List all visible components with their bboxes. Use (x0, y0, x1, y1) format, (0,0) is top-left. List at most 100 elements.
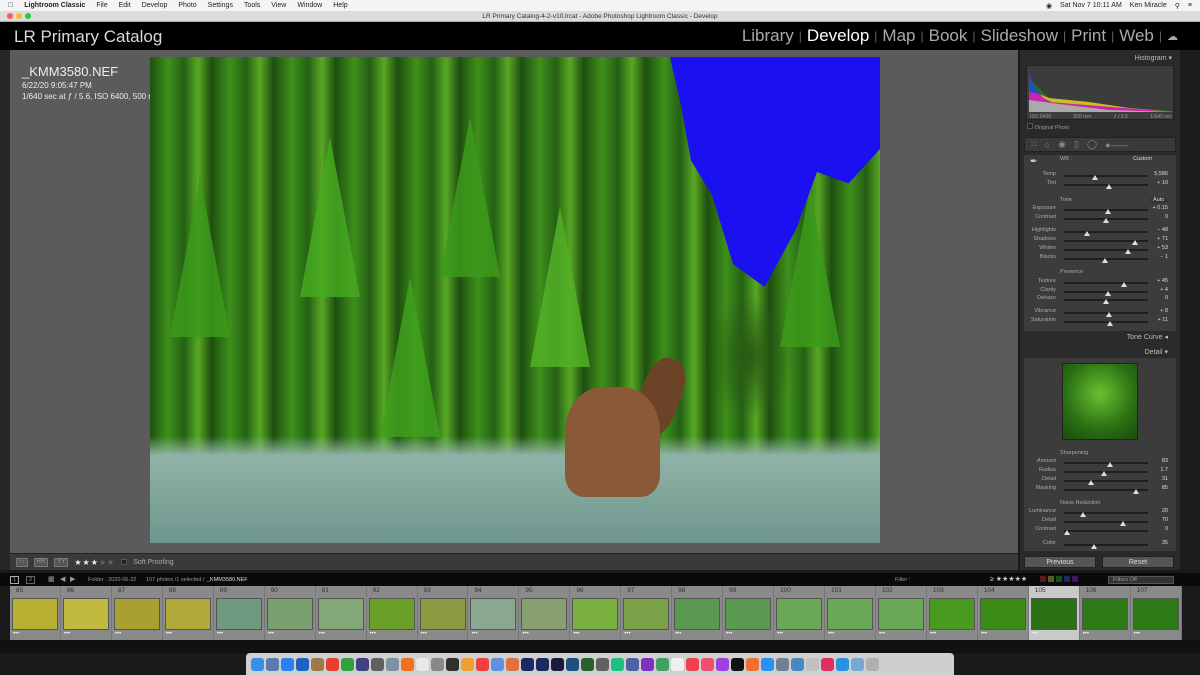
filmstrip-thumbnail[interactable]: 86 ••• (61, 586, 112, 640)
slider-detail[interactable]: Detail 70 (1026, 517, 1172, 526)
slider-value[interactable]: 35 (1162, 540, 1168, 546)
filmstrip-thumbnail[interactable]: 90 ••• (265, 586, 316, 640)
dock-app-icon[interactable] (296, 657, 309, 671)
thumbnail-image[interactable] (674, 598, 721, 630)
main-photo[interactable] (150, 57, 880, 543)
dock-app-icon[interactable] (671, 657, 684, 671)
slider-value[interactable]: 20 (1162, 508, 1168, 514)
slider-color[interactable]: Color 35 (1026, 540, 1172, 549)
dock-app-icon[interactable] (686, 657, 699, 671)
tone-curve-header[interactable]: Tone Curve ◂ (1024, 331, 1176, 343)
menu-file[interactable]: File (96, 2, 107, 9)
filmstrip-thumbnail[interactable]: 96 ••• (570, 586, 622, 640)
module-web[interactable]: Web (1119, 26, 1154, 46)
slider-value[interactable]: 31 (1162, 476, 1168, 482)
adjustment-brush-icon[interactable]: ●—— (1105, 140, 1128, 150)
dock-app-icon[interactable] (341, 657, 354, 671)
dock-app-icon[interactable] (461, 657, 474, 671)
slider-thumb[interactable] (1133, 489, 1140, 494)
filmstrip-thumbnail[interactable]: 91 ••• (316, 586, 367, 640)
thumbnail-image[interactable] (776, 598, 823, 630)
grid-icon[interactable]: ▦ (48, 575, 55, 583)
slider-highlights[interactable]: Highlights − 48 (1026, 227, 1172, 236)
spot-removal-icon[interactable]: ○ (1045, 140, 1050, 150)
slider-thumb[interactable] (1103, 299, 1109, 304)
filmstrip-thumbnail[interactable]: 93 ••• (418, 586, 469, 640)
slider-value[interactable]: 1.7 (1160, 467, 1168, 473)
slider-track[interactable] (1064, 471, 1148, 476)
dock-app-icon[interactable] (356, 657, 369, 671)
slider-thumb[interactable] (1107, 321, 1114, 326)
thumbnail-image[interactable] (572, 598, 619, 630)
slider-whites[interactable]: Whites + 53 (1026, 245, 1172, 254)
thumbnail-image[interactable] (928, 598, 975, 630)
slider-thumb[interactable] (1063, 530, 1070, 535)
slider-value[interactable]: + 71 (1157, 236, 1168, 242)
menu-view[interactable]: View (271, 2, 286, 9)
filmstrip-thumbnail[interactable]: 105 ••• (1028, 586, 1080, 640)
dock-app-icon[interactable] (776, 657, 789, 671)
slider-value[interactable]: − 48 (1157, 227, 1168, 233)
menu-settings[interactable]: Settings (208, 2, 233, 9)
dock-app-icon[interactable] (761, 657, 774, 671)
module-slideshow[interactable]: Slideshow (981, 26, 1059, 46)
before-after-swap-button[interactable]: YY (54, 557, 69, 567)
cloud-sync-icon[interactable]: ☁ (1167, 30, 1178, 43)
dock-app-icon[interactable] (701, 657, 714, 671)
filmstrip-thumbnail[interactable]: 107 ••• (1131, 586, 1182, 640)
slider-value[interactable]: 0 (1165, 295, 1168, 301)
slider-track[interactable] (1064, 291, 1148, 296)
slider-track[interactable] (1064, 521, 1148, 526)
thumbnail-image[interactable] (419, 598, 466, 630)
filmstrip-scrollbar[interactable] (0, 640, 1200, 653)
back-arrow-icon[interactable]: ◀ (60, 575, 65, 583)
thumbnail-image[interactable] (317, 598, 364, 630)
spotlight-search-icon[interactable]: ⚲ (1175, 2, 1180, 10)
filmstrip-thumbnail[interactable]: 103 ••• (927, 586, 978, 640)
minimize-window-button[interactable] (16, 13, 22, 19)
auto-tone-button[interactable]: Auto (1150, 197, 1168, 203)
module-map[interactable]: Map (882, 26, 915, 46)
dock-app-icon[interactable] (836, 657, 849, 671)
slider-track[interactable] (1064, 321, 1148, 326)
menu-develop[interactable]: Develop (142, 2, 168, 9)
dock-app-icon[interactable] (746, 657, 759, 671)
left-panel-toggle[interactable] (0, 50, 10, 570)
slider-saturation[interactable]: Saturation + 11 (1026, 317, 1172, 326)
slider-thumb[interactable] (1102, 258, 1109, 263)
slider-clarity[interactable]: Clarity + 4 (1026, 287, 1172, 296)
thumbnail-image[interactable] (470, 598, 517, 630)
slider-value[interactable]: + 10 (1157, 180, 1168, 186)
filter-preset-select[interactable]: Filters Off (1108, 576, 1174, 584)
filmstrip-thumbnail[interactable]: 89 ••• (214, 586, 265, 640)
slider-track[interactable] (1064, 209, 1148, 214)
dock-app-icon[interactable] (626, 657, 639, 671)
slider-thumb[interactable] (1091, 544, 1098, 549)
zoom-window-button[interactable] (25, 13, 31, 19)
thumbnail-image[interactable] (877, 598, 924, 630)
slider-masking[interactable]: Masking 85 (1026, 485, 1172, 494)
dock-app-icon[interactable] (431, 657, 444, 671)
dock-app-icon[interactable] (401, 657, 414, 671)
dock-app-icon[interactable] (266, 657, 279, 671)
slider-value[interactable]: + 53 (1157, 245, 1168, 251)
dock-app-icon[interactable] (641, 657, 654, 671)
thumbnail-image[interactable] (1132, 598, 1179, 630)
white-balance-eyedropper-icon[interactable]: ✒ (1030, 156, 1038, 167)
module-book[interactable]: Book (929, 26, 968, 46)
slider-track[interactable] (1064, 299, 1148, 304)
slider-luminance[interactable]: Luminance 20 (1026, 508, 1172, 517)
slider-value[interactable]: + 4 (1160, 287, 1168, 293)
dock-app-icon[interactable] (326, 657, 339, 671)
slider-exposure[interactable]: Exposure + 0.15 (1026, 205, 1172, 214)
dock-app-icon[interactable] (281, 657, 294, 671)
slider-value[interactable]: 0 (1165, 526, 1168, 532)
dock-app-icon[interactable] (731, 657, 744, 671)
dock-app-icon[interactable] (251, 657, 264, 671)
red-eye-icon[interactable]: ◉ (1058, 139, 1066, 150)
dock-app-icon[interactable] (866, 657, 879, 671)
slider-blacks[interactable]: Blacks − 1 (1026, 254, 1172, 263)
filmstrip-thumbnail[interactable]: 88 ••• (163, 586, 214, 640)
control-center-icon[interactable]: ≡ (1188, 2, 1192, 9)
source-label[interactable]: Folder : 2020-06-22 (88, 577, 136, 583)
